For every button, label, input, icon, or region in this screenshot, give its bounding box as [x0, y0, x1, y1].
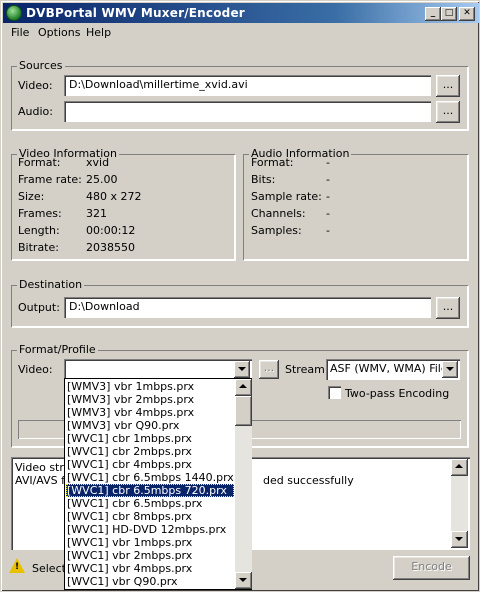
video-info-label: Frame rate: — [18, 173, 82, 186]
video-source-label: Video: — [18, 79, 53, 92]
stream-label: Stream: — [285, 363, 329, 376]
profile-video-select[interactable] — [64, 359, 252, 380]
output-browse-button[interactable]: ... — [436, 297, 460, 319]
output-input[interactable]: D:\Download — [64, 297, 431, 318]
profile-video-dropdown-button[interactable] — [234, 361, 250, 378]
dropdown-option[interactable]: [WMV3] vbr Q90.prx — [66, 419, 234, 432]
log-line-2: AVI/AVS f — [15, 474, 65, 487]
app-icon — [6, 5, 22, 21]
stream-dropdown-button[interactable] — [442, 361, 458, 378]
chevron-down-icon — [455, 537, 463, 541]
stream-value: ASF (WMV, WMA) File — [330, 362, 448, 375]
audio-info-label: Format: — [251, 156, 294, 169]
video-info-value: 2038550 — [86, 241, 135, 254]
minimize-button[interactable]: _ — [425, 7, 441, 21]
audio-info-value: - — [326, 224, 330, 237]
two-pass-label[interactable]: Two-pass Encoding — [345, 387, 449, 400]
profile-browse-button[interactable]: ... — [259, 360, 279, 379]
dropdown-option[interactable]: [WVC1] vbr 4mbps.prx — [66, 562, 234, 575]
dropdown-option[interactable]: [WMV3] vbr 4mbps.prx — [66, 406, 234, 419]
log-scrollbar[interactable] — [451, 459, 468, 548]
dropdown-option[interactable]: [WVC1] cbr 6.5mbps.prx — [66, 497, 234, 510]
dropdown-scroll-up-button[interactable] — [235, 379, 252, 396]
menu-file[interactable]: File — [11, 26, 29, 39]
audio-info-label: Bits: — [251, 173, 276, 186]
dropdown-option[interactable]: [WVC1] cbr 6.5mbps 1440.prx — [66, 471, 234, 484]
encode-button[interactable]: Encode — [393, 556, 470, 580]
chevron-down-icon — [239, 578, 247, 582]
app-window: DVBPortal WMV Muxer/Encoder _ □ ✕ File O… — [0, 0, 480, 592]
stream-select[interactable]: ASF (WMV, WMA) File — [326, 359, 460, 380]
audio-info-value: - — [326, 190, 330, 203]
audio-source-label: Audio: — [18, 105, 53, 118]
destination-legend: Destination — [17, 278, 85, 291]
audio-source-input[interactable] — [64, 101, 431, 122]
video-source-input[interactable]: D:\Download\millertime_xvid.avi — [64, 75, 431, 96]
chevron-down-icon — [238, 367, 246, 371]
status-text: Select — [32, 562, 66, 575]
chevron-up-icon — [455, 464, 463, 468]
audio-info-label: Channels: — [251, 207, 306, 220]
dropdown-option[interactable]: [WVC1] cbr 8mbps.prx — [66, 510, 234, 523]
audio-info-value: - — [326, 156, 330, 169]
log-line-1: Video stre — [15, 461, 71, 474]
video-info-value: 321 — [86, 207, 107, 220]
audio-info-label: Sample rate: — [251, 190, 322, 203]
dropdown-option[interactable]: [WVC1] HD-DVD 12mbps.prx — [66, 523, 234, 536]
video-info-label: Size: — [18, 190, 45, 203]
two-pass-checkbox[interactable] — [328, 386, 341, 399]
dropdown-scroll-thumb[interactable] — [235, 396, 252, 426]
dropdown-scrollbar[interactable] — [235, 379, 252, 589]
log-scroll-down-button[interactable] — [451, 531, 468, 548]
video-info-value: xvid — [86, 156, 110, 169]
log-line-2-end: ded successfully — [263, 474, 354, 487]
menu-help[interactable]: Help — [86, 26, 111, 39]
dropdown-option[interactable]: [WVC1] cbr 2mbps.prx — [66, 445, 234, 458]
video-info-label: Format: — [18, 156, 61, 169]
dropdown-option[interactable]: [WMV3] vbr 1mbps.prx — [66, 380, 234, 393]
window-title: DVBPortal WMV Muxer/Encoder — [26, 6, 245, 20]
audio-info-value: - — [326, 207, 330, 220]
menu-bar: File Options Help — [3, 23, 479, 42]
chevron-up-icon — [239, 384, 247, 388]
video-info-value: 480 x 272 — [86, 190, 142, 203]
audio-info-value: - — [326, 173, 330, 186]
warning-icon-mark: ! — [15, 562, 20, 572]
audio-info-label: Samples: — [251, 224, 302, 237]
chevron-down-icon — [446, 367, 454, 371]
title-bar[interactable]: DVBPortal WMV Muxer/Encoder _ □ ✕ — [3, 3, 479, 23]
dropdown-option[interactable]: [WVC1] cbr 1mbps.prx — [66, 432, 234, 445]
dropdown-option[interactable]: [WMV3] vbr 2mbps.prx — [66, 393, 234, 406]
dropdown-option[interactable]: [WVC1] cbr 4mbps.prx — [66, 458, 234, 471]
video-source-browse-button[interactable]: ... — [436, 75, 460, 97]
maximize-button[interactable]: □ — [441, 7, 457, 21]
dropdown-option[interactable]: [WVC1] vbr 1mbps.prx — [66, 536, 234, 549]
video-info-label: Length: — [18, 224, 60, 237]
video-info-label: Bitrate: — [18, 241, 59, 254]
profile-video-label: Video: — [18, 363, 53, 376]
dropdown-option[interactable]: [WVC1] vbr 2mbps.prx — [66, 549, 234, 562]
format-profile-legend: Format/Profile — [17, 343, 98, 356]
output-label: Output: — [18, 301, 60, 314]
close-button[interactable]: ✕ — [459, 7, 475, 21]
video-info-value: 00:00:12 — [86, 224, 136, 237]
menu-options[interactable]: Options — [38, 26, 80, 39]
sources-legend: Sources — [17, 59, 65, 72]
dropdown-scroll-down-button[interactable] — [235, 572, 252, 589]
profile-dropdown-list[interactable]: [WMV3] vbr 1mbps.prx [WMV3] vbr 2mbps.prx… — [64, 378, 252, 590]
video-info-label: Frames: — [18, 207, 62, 220]
audio-source-browse-button[interactable]: ... — [436, 101, 460, 123]
log-scroll-up-button[interactable] — [451, 459, 468, 476]
dropdown-option[interactable]: [WVC1] vbr Q90.prx — [66, 575, 234, 588]
video-info-value: 25.00 — [86, 173, 118, 186]
dropdown-option[interactable]: [WVC1] cbr 6.5mbps 720.prx — [66, 484, 234, 497]
